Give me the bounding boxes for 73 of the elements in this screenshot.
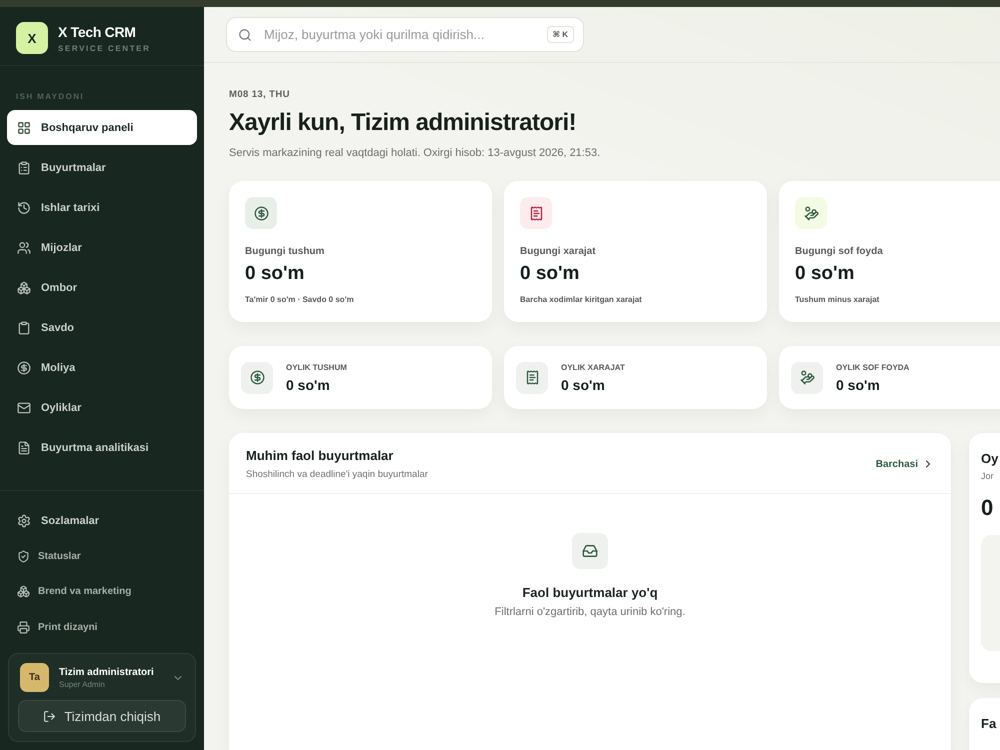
sidebar-item[interactable]: Buyurtma analitikasi (7, 430, 197, 465)
logo: X (16, 22, 48, 54)
stat-label: OYLIK TUSHUM (286, 362, 347, 372)
sidebar-item[interactable]: Savdo (7, 310, 197, 345)
history-icon (17, 200, 31, 214)
stat-note: Tushum minus xarajat (795, 295, 880, 304)
shortcut-hint: ⌘ K (546, 26, 574, 43)
empty-text: Filtrlarni o'zgartirib, qayta urinib ko'ring. (494, 606, 686, 618)
stat-value: 0 so'm (836, 376, 881, 392)
inbox-icon (572, 533, 608, 569)
panel-title: Fa (981, 716, 998, 731)
panel-subtitle: Shoshilinch va deadline'i yaqin buyurtmalar (246, 469, 428, 480)
dollar-icon (241, 362, 273, 394)
shield-icon (17, 550, 30, 563)
section-label: ISH MAYDONI (15, 91, 86, 103)
sidebar-item[interactable]: Buyurtmalar (7, 150, 197, 185)
sidebar-item[interactable]: Oyliklar (7, 390, 197, 425)
receipt-icon (516, 362, 548, 394)
sidebar-item[interactable]: Moliya (7, 350, 197, 385)
stat-label: OYLIK SOF FOYDA (836, 362, 910, 372)
stat-value: 0 so'm (561, 376, 606, 392)
stat-value: 0 so'm (286, 376, 331, 392)
view-all-link[interactable]: Barchasi (876, 458, 934, 470)
stat-note: Barcha xodimlar kiritgan xarajat (520, 295, 643, 304)
user-role: Super Admin (59, 680, 106, 688)
clipboard-icon (17, 160, 31, 174)
boxes-icon (17, 585, 30, 598)
stat-label: Bugungi sof foyda (795, 246, 884, 257)
brand-tagline: SERVICE CENTER (58, 44, 150, 52)
date-label: M08 13, THU (229, 89, 291, 100)
receipt-icon (520, 197, 552, 229)
sidebar-item[interactable]: Ishlar tarixi (7, 190, 197, 225)
search-field[interactable]: Mijoz, buyurtma yoki qurilma qidirish... ⌘ K (226, 17, 584, 52)
search-icon (238, 28, 252, 42)
panel-title: Oy (981, 451, 1000, 466)
user-name: Tizim administratori (59, 666, 155, 678)
hand-coins-icon (791, 362, 823, 394)
sidebar-item[interactable]: Brend va marketing (7, 574, 197, 610)
clipboard-icon (17, 320, 31, 334)
settings-icon (17, 514, 31, 528)
users-icon (17, 240, 31, 254)
sidebar-item[interactable]: Boshqaruv paneli (7, 110, 197, 145)
page-title: Xayrli kun, Tizim administratori! (229, 109, 578, 137)
brand-name: X Tech CRM (58, 24, 137, 40)
stat-value: 0 so'm (520, 263, 580, 285)
panel-value: 0 (981, 495, 994, 521)
search-input[interactable]: Mijoz, buyurtma yoki qurilma qidirish... (262, 26, 537, 43)
avatar: Ta (20, 663, 49, 692)
dollar-icon (245, 197, 277, 229)
boxes-icon (17, 280, 31, 294)
sidebar-item[interactable]: Print dizayni (7, 610, 197, 645)
panel-subtitle: Jor (981, 471, 995, 481)
printer-icon (17, 620, 30, 634)
logout-button[interactable]: Tizimdan chiqish (18, 700, 186, 732)
envelope-icon (17, 400, 31, 414)
panel-title: Muhim faol buyurtmalar (246, 448, 394, 463)
stat-label: Bugungi tushum (245, 246, 326, 257)
sidebar-item[interactable]: Ombor (7, 270, 197, 305)
stat-label: OYLIK XARAJAT (561, 362, 625, 372)
hand-coins-icon (795, 197, 827, 229)
stat-value: 0 so'm (245, 263, 306, 285)
stat-note: Ta'mir 0 so'm · Savdo 0 so'm (245, 295, 355, 304)
document-icon (17, 440, 31, 454)
dollar-icon (17, 360, 31, 374)
sidebar-item[interactable]: Mijozlar (7, 230, 197, 265)
stat-value: 0 so'm (795, 263, 856, 285)
sidebar-item[interactable]: Sozlamalar (7, 503, 197, 538)
logout-icon (43, 710, 56, 722)
grid-icon (17, 120, 31, 134)
page-subtitle: Servis markazining real vaqtdagi holati. Oxirgi hisob: 13-avgust 2026, 21:53. (229, 147, 602, 159)
stat-label: Bugungi xarajat (520, 246, 597, 257)
empty-title: Faol buyurtmalar yo'q (522, 585, 658, 600)
sidebar-item[interactable]: Statuslar (7, 538, 197, 574)
